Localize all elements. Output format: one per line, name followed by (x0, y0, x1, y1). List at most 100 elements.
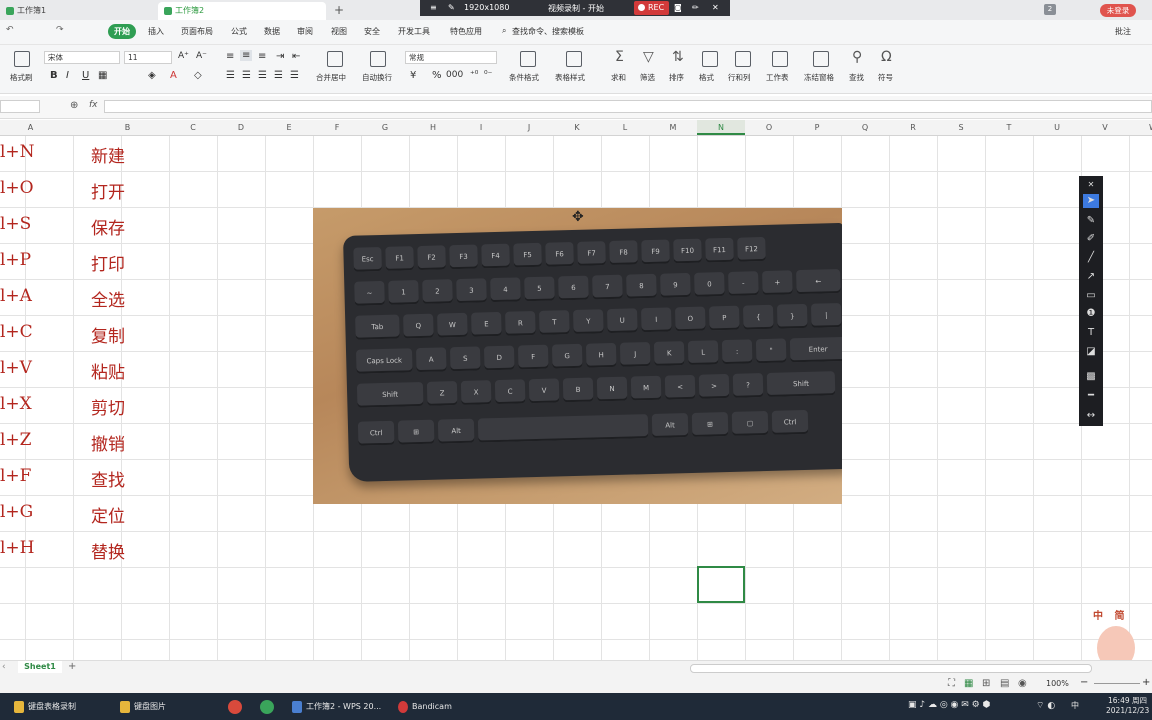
function-cell[interactable]: 剪切 (91, 394, 161, 419)
function-cell[interactable]: 全选 (91, 286, 161, 311)
column-header-w[interactable]: W (1129, 120, 1152, 135)
shortcut-cell[interactable]: l+S (0, 214, 80, 234)
align-middle-icon[interactable]: ≡ (240, 50, 253, 61)
column-header-p[interactable]: P (793, 120, 841, 135)
marker-icon[interactable]: ✐ (1083, 232, 1099, 246)
numbering-icon[interactable]: ❶ (1083, 307, 1099, 321)
format-painter-icon[interactable] (14, 51, 30, 67)
column-header-j[interactable]: J (505, 120, 553, 135)
format-icon[interactable] (702, 51, 718, 67)
sheet-tab-sheet1[interactable]: Sheet1 (18, 661, 62, 673)
camera-icon[interactable]: ◙ (674, 3, 682, 12)
shortcut-cell[interactable]: l+H (0, 538, 80, 558)
column-header-n[interactable]: N (697, 120, 745, 135)
menu-data[interactable]: 数据 (264, 26, 280, 37)
eraser-icon[interactable]: ◪ (1083, 345, 1099, 359)
app-icon[interactable] (260, 699, 278, 715)
selected-cell[interactable] (697, 566, 745, 603)
mosaic-icon[interactable]: ▩ (1083, 370, 1099, 384)
column-header-d[interactable]: D (217, 120, 265, 135)
menu-developer[interactable]: 开发工具 (398, 26, 430, 37)
shortcut-cell[interactable]: l+F (0, 466, 80, 486)
menu-page-layout[interactable]: 页面布局 (181, 26, 213, 37)
font-grow-icon[interactable]: A⁺ (178, 51, 189, 61)
close-icon[interactable]: ✕ (712, 3, 719, 12)
menu-insert[interactable]: 插入 (148, 26, 164, 37)
font-size-select[interactable]: 11 (124, 51, 172, 64)
keyboard-photo[interactable]: Esc F1 F2 F3 F4 F5 F6 F7 F8 F9 F10 F11 F12 ~1 2 3 4 5 6 7 8 9… (313, 208, 842, 504)
column-header-m[interactable]: M (649, 120, 697, 135)
outdent-icon[interactable]: ⇤ (292, 51, 300, 62)
wrap-text-icon[interactable] (370, 51, 386, 67)
function-cell[interactable]: 新建 (91, 142, 161, 167)
align-center-icon[interactable]: ☰ (242, 70, 251, 81)
pointer-icon[interactable]: ➤ (1083, 194, 1099, 208)
column-header-t[interactable]: T (985, 120, 1033, 135)
normal-view-icon[interactable]: ▦ (964, 678, 973, 689)
find-icon[interactable]: ⚲ (852, 49, 862, 65)
percent-button[interactable]: % (432, 70, 442, 81)
fullscreen-icon[interactable]: ⛶ (948, 678, 955, 689)
clear-format-icon[interactable]: ◇ (194, 70, 202, 81)
align-bottom-icon[interactable]: ≡ (258, 51, 266, 62)
conditional-format-icon[interactable] (520, 51, 536, 67)
function-cell[interactable]: 复制 (91, 322, 161, 347)
column-header-f[interactable]: F (313, 120, 361, 135)
shortcut-cell[interactable]: l+X (0, 394, 80, 414)
page-layout-icon[interactable]: ⊞ (982, 678, 990, 689)
horizontal-scrollbar[interactable] (690, 664, 1092, 673)
decimal-decrease-icon[interactable]: ⁰⁻ (484, 70, 492, 80)
function-cell[interactable]: 打开 (91, 178, 161, 203)
function-cell[interactable]: 粘贴 (91, 358, 161, 383)
zoom-in-icon[interactable]: + (1142, 677, 1150, 688)
task-item-folder2[interactable]: 键盘图片 (120, 699, 166, 715)
filter-icon[interactable]: ▽ (643, 49, 654, 65)
rec-button[interactable]: REC (634, 1, 670, 15)
font-shrink-icon[interactable]: A⁻ (196, 51, 207, 61)
shortcut-cell[interactable]: l+P (0, 250, 80, 270)
command-search[interactable]: 查找命令、搜索模板 (512, 26, 584, 37)
zoom-level[interactable]: 100% (1046, 679, 1069, 688)
line-icon[interactable]: ╱ (1083, 251, 1099, 265)
sum-icon[interactable]: Σ (615, 49, 624, 65)
redo-icon[interactable]: ↷ (56, 25, 64, 35)
column-header-a[interactable]: A (0, 120, 61, 135)
close-icon[interactable]: ✕ (1083, 178, 1099, 192)
column-header-q[interactable]: Q (841, 120, 889, 135)
column-header-e[interactable]: E (265, 120, 313, 135)
function-cell[interactable]: 查找 (91, 466, 161, 491)
tab-workbook2[interactable]: 工作簿2 (158, 2, 326, 20)
justify-icon[interactable]: ☰ (274, 70, 283, 81)
tab-workbook1[interactable]: 工作簿1 (0, 2, 150, 20)
merge-center-icon[interactable] (327, 51, 343, 67)
align-right-icon[interactable]: ☰ (258, 70, 267, 81)
shortcut-cell[interactable]: l+A (0, 286, 80, 306)
italic-button[interactable]: I (66, 70, 69, 81)
menu-security[interactable]: 安全 (364, 26, 380, 37)
shortcut-cell[interactable]: l+Z (0, 430, 80, 450)
distribute-icon[interactable]: ☰ (290, 70, 299, 81)
column-header-u[interactable]: U (1033, 120, 1081, 135)
function-cell[interactable]: 定位 (91, 502, 161, 527)
menu-icon[interactable]: ≡ (430, 3, 437, 12)
menu-special[interactable]: 特色应用 (450, 26, 482, 37)
pen-icon[interactable]: ✎ (1083, 214, 1099, 228)
worksheet-icon[interactable] (772, 51, 788, 67)
shortcut-cell[interactable]: l+V (0, 358, 80, 378)
tray-icons[interactable]: ▣ ♪ ☁ ◎ ◉ ✉ ⚙ ⬢ (908, 700, 990, 710)
shortcut-cell[interactable]: l+C (0, 322, 80, 342)
column-header-o[interactable]: O (745, 120, 793, 135)
currency-icon[interactable]: ¥ (410, 70, 416, 81)
align-top-icon[interactable]: ≡ (226, 51, 234, 62)
column-header-c[interactable]: C (169, 120, 217, 135)
column-header-s[interactable]: S (937, 120, 985, 135)
freeze-panes-icon[interactable] (813, 51, 829, 67)
sort-icon[interactable]: ⇅ (672, 49, 684, 65)
menu-start[interactable]: 开始 (108, 24, 136, 39)
function-cell[interactable]: 替换 (91, 538, 161, 563)
task-item-bandicam[interactable]: Bandicam (398, 699, 452, 715)
font-color-icon[interactable]: A (170, 70, 177, 81)
function-cell[interactable]: 保存 (91, 214, 161, 239)
prev-sheet-icon[interactable]: ‹ (2, 662, 6, 672)
add-sheet-button[interactable]: + (68, 661, 76, 672)
